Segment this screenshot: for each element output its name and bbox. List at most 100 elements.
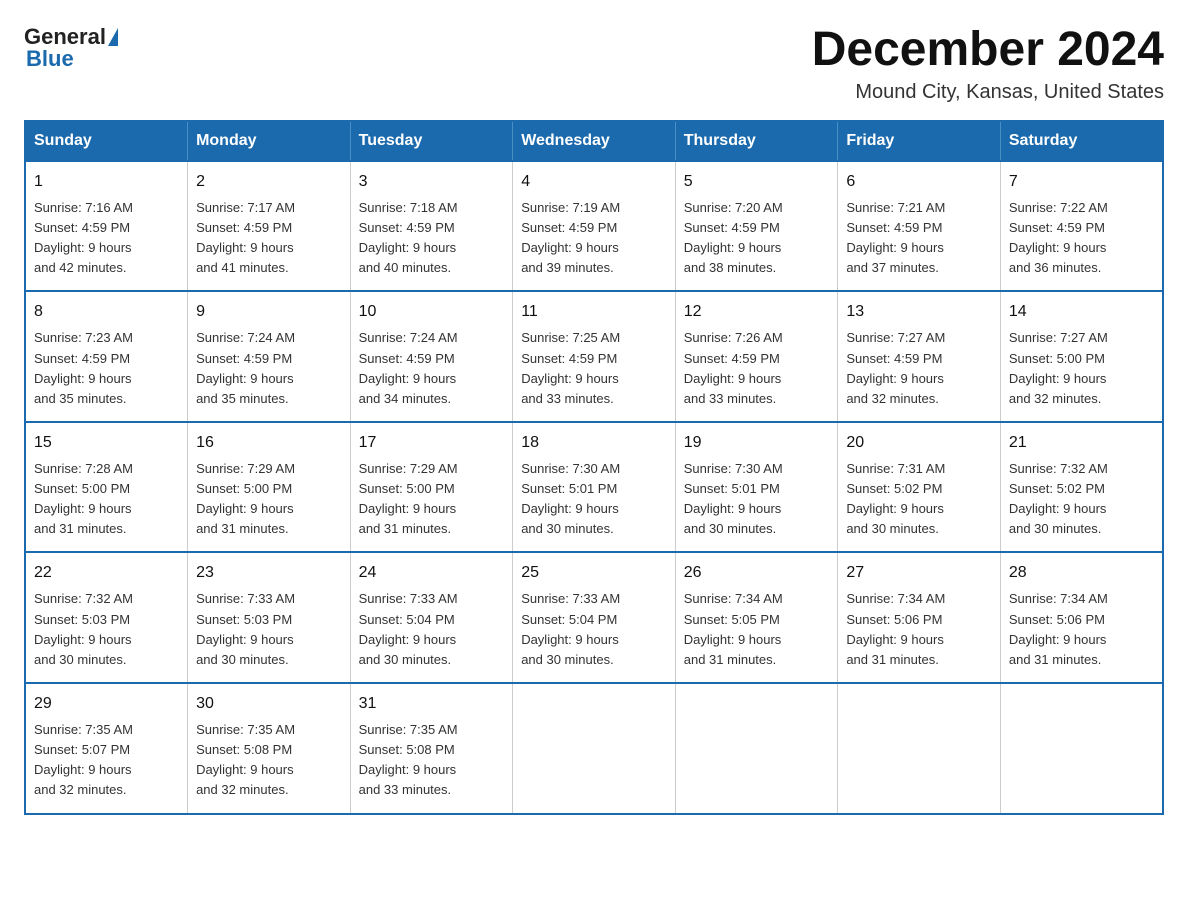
calendar-cell: 20 Sunrise: 7:31 AMSunset: 5:02 PMDaylig…	[838, 422, 1001, 553]
day-info: Sunrise: 7:21 AMSunset: 4:59 PMDaylight:…	[846, 198, 992, 279]
calendar-cell: 12 Sunrise: 7:26 AMSunset: 4:59 PMDaylig…	[675, 291, 838, 422]
calendar-cell: 3 Sunrise: 7:18 AMSunset: 4:59 PMDayligh…	[350, 161, 513, 292]
calendar-table: SundayMondayTuesdayWednesdayThursdayFrid…	[24, 120, 1164, 815]
day-info: Sunrise: 7:30 AMSunset: 5:01 PMDaylight:…	[684, 459, 830, 540]
calendar-header-friday: Friday	[838, 121, 1001, 161]
calendar-cell: 9 Sunrise: 7:24 AMSunset: 4:59 PMDayligh…	[188, 291, 351, 422]
day-info: Sunrise: 7:28 AMSunset: 5:00 PMDaylight:…	[34, 459, 179, 540]
day-number: 8	[34, 300, 179, 324]
calendar-cell	[1000, 683, 1163, 814]
day-number: 22	[34, 561, 179, 585]
day-info: Sunrise: 7:26 AMSunset: 4:59 PMDaylight:…	[684, 328, 830, 409]
calendar-cell: 29 Sunrise: 7:35 AMSunset: 5:07 PMDaylig…	[25, 683, 188, 814]
calendar-header-tuesday: Tuesday	[350, 121, 513, 161]
calendar-cell: 2 Sunrise: 7:17 AMSunset: 4:59 PMDayligh…	[188, 161, 351, 292]
day-info: Sunrise: 7:33 AMSunset: 5:04 PMDaylight:…	[521, 589, 667, 670]
calendar-cell: 7 Sunrise: 7:22 AMSunset: 4:59 PMDayligh…	[1000, 161, 1163, 292]
calendar-header-sunday: Sunday	[25, 121, 188, 161]
day-info: Sunrise: 7:27 AMSunset: 5:00 PMDaylight:…	[1009, 328, 1154, 409]
day-number: 29	[34, 692, 179, 716]
day-info: Sunrise: 7:25 AMSunset: 4:59 PMDaylight:…	[521, 328, 667, 409]
day-info: Sunrise: 7:27 AMSunset: 4:59 PMDaylight:…	[846, 328, 992, 409]
subtitle: Mound City, Kansas, United States	[812, 81, 1164, 104]
calendar-week-row: 15 Sunrise: 7:28 AMSunset: 5:00 PMDaylig…	[25, 422, 1163, 553]
page-title: December 2024	[812, 24, 1164, 77]
day-number: 11	[521, 300, 667, 324]
calendar-week-row: 22 Sunrise: 7:32 AMSunset: 5:03 PMDaylig…	[25, 552, 1163, 683]
day-info: Sunrise: 7:35 AMSunset: 5:08 PMDaylight:…	[359, 720, 505, 801]
calendar-week-row: 8 Sunrise: 7:23 AMSunset: 4:59 PMDayligh…	[25, 291, 1163, 422]
calendar-cell: 23 Sunrise: 7:33 AMSunset: 5:03 PMDaylig…	[188, 552, 351, 683]
calendar-cell: 15 Sunrise: 7:28 AMSunset: 5:00 PMDaylig…	[25, 422, 188, 553]
calendar-cell: 30 Sunrise: 7:35 AMSunset: 5:08 PMDaylig…	[188, 683, 351, 814]
calendar-cell	[838, 683, 1001, 814]
calendar-header-thursday: Thursday	[675, 121, 838, 161]
calendar-cell: 26 Sunrise: 7:34 AMSunset: 5:05 PMDaylig…	[675, 552, 838, 683]
day-number: 25	[521, 561, 667, 585]
calendar-cell: 24 Sunrise: 7:33 AMSunset: 5:04 PMDaylig…	[350, 552, 513, 683]
calendar-cell: 31 Sunrise: 7:35 AMSunset: 5:08 PMDaylig…	[350, 683, 513, 814]
day-number: 1	[34, 170, 179, 194]
day-number: 21	[1009, 431, 1154, 455]
day-number: 6	[846, 170, 992, 194]
day-number: 14	[1009, 300, 1154, 324]
day-info: Sunrise: 7:24 AMSunset: 4:59 PMDaylight:…	[196, 328, 342, 409]
calendar-cell: 25 Sunrise: 7:33 AMSunset: 5:04 PMDaylig…	[513, 552, 676, 683]
day-info: Sunrise: 7:33 AMSunset: 5:03 PMDaylight:…	[196, 589, 342, 670]
calendar-cell	[675, 683, 838, 814]
day-number: 18	[521, 431, 667, 455]
day-number: 16	[196, 431, 342, 455]
calendar-cell: 28 Sunrise: 7:34 AMSunset: 5:06 PMDaylig…	[1000, 552, 1163, 683]
day-number: 19	[684, 431, 830, 455]
day-number: 27	[846, 561, 992, 585]
logo-triangle-icon	[108, 28, 118, 46]
day-info: Sunrise: 7:34 AMSunset: 5:06 PMDaylight:…	[1009, 589, 1154, 670]
day-info: Sunrise: 7:24 AMSunset: 4:59 PMDaylight:…	[359, 328, 505, 409]
day-info: Sunrise: 7:16 AMSunset: 4:59 PMDaylight:…	[34, 198, 179, 279]
calendar-cell: 4 Sunrise: 7:19 AMSunset: 4:59 PMDayligh…	[513, 161, 676, 292]
calendar-cell: 22 Sunrise: 7:32 AMSunset: 5:03 PMDaylig…	[25, 552, 188, 683]
day-number: 7	[1009, 170, 1154, 194]
day-info: Sunrise: 7:23 AMSunset: 4:59 PMDaylight:…	[34, 328, 179, 409]
day-number: 30	[196, 692, 342, 716]
calendar-cell: 27 Sunrise: 7:34 AMSunset: 5:06 PMDaylig…	[838, 552, 1001, 683]
day-info: Sunrise: 7:34 AMSunset: 5:06 PMDaylight:…	[846, 589, 992, 670]
day-info: Sunrise: 7:22 AMSunset: 4:59 PMDaylight:…	[1009, 198, 1154, 279]
day-number: 10	[359, 300, 505, 324]
day-number: 28	[1009, 561, 1154, 585]
calendar-cell: 1 Sunrise: 7:16 AMSunset: 4:59 PMDayligh…	[25, 161, 188, 292]
day-info: Sunrise: 7:19 AMSunset: 4:59 PMDaylight:…	[521, 198, 667, 279]
day-info: Sunrise: 7:29 AMSunset: 5:00 PMDaylight:…	[359, 459, 505, 540]
day-info: Sunrise: 7:29 AMSunset: 5:00 PMDaylight:…	[196, 459, 342, 540]
day-number: 12	[684, 300, 830, 324]
day-number: 24	[359, 561, 505, 585]
day-number: 17	[359, 431, 505, 455]
day-number: 31	[359, 692, 505, 716]
day-number: 20	[846, 431, 992, 455]
page-header: General Blue December 2024 Mound City, K…	[24, 24, 1164, 104]
calendar-cell: 18 Sunrise: 7:30 AMSunset: 5:01 PMDaylig…	[513, 422, 676, 553]
day-info: Sunrise: 7:35 AMSunset: 5:07 PMDaylight:…	[34, 720, 179, 801]
day-number: 3	[359, 170, 505, 194]
calendar-cell: 13 Sunrise: 7:27 AMSunset: 4:59 PMDaylig…	[838, 291, 1001, 422]
day-number: 23	[196, 561, 342, 585]
calendar-cell: 17 Sunrise: 7:29 AMSunset: 5:00 PMDaylig…	[350, 422, 513, 553]
calendar-cell: 8 Sunrise: 7:23 AMSunset: 4:59 PMDayligh…	[25, 291, 188, 422]
day-number: 15	[34, 431, 179, 455]
logo: General Blue	[24, 24, 120, 72]
logo-blue-text: Blue	[24, 46, 74, 72]
calendar-cell: 16 Sunrise: 7:29 AMSunset: 5:00 PMDaylig…	[188, 422, 351, 553]
day-info: Sunrise: 7:31 AMSunset: 5:02 PMDaylight:…	[846, 459, 992, 540]
day-info: Sunrise: 7:18 AMSunset: 4:59 PMDaylight:…	[359, 198, 505, 279]
day-info: Sunrise: 7:34 AMSunset: 5:05 PMDaylight:…	[684, 589, 830, 670]
calendar-cell: 21 Sunrise: 7:32 AMSunset: 5:02 PMDaylig…	[1000, 422, 1163, 553]
calendar-header-row: SundayMondayTuesdayWednesdayThursdayFrid…	[25, 121, 1163, 161]
calendar-cell: 11 Sunrise: 7:25 AMSunset: 4:59 PMDaylig…	[513, 291, 676, 422]
calendar-week-row: 29 Sunrise: 7:35 AMSunset: 5:07 PMDaylig…	[25, 683, 1163, 814]
day-number: 9	[196, 300, 342, 324]
day-info: Sunrise: 7:20 AMSunset: 4:59 PMDaylight:…	[684, 198, 830, 279]
day-info: Sunrise: 7:32 AMSunset: 5:02 PMDaylight:…	[1009, 459, 1154, 540]
day-number: 2	[196, 170, 342, 194]
calendar-cell	[513, 683, 676, 814]
calendar-cell: 19 Sunrise: 7:30 AMSunset: 5:01 PMDaylig…	[675, 422, 838, 553]
